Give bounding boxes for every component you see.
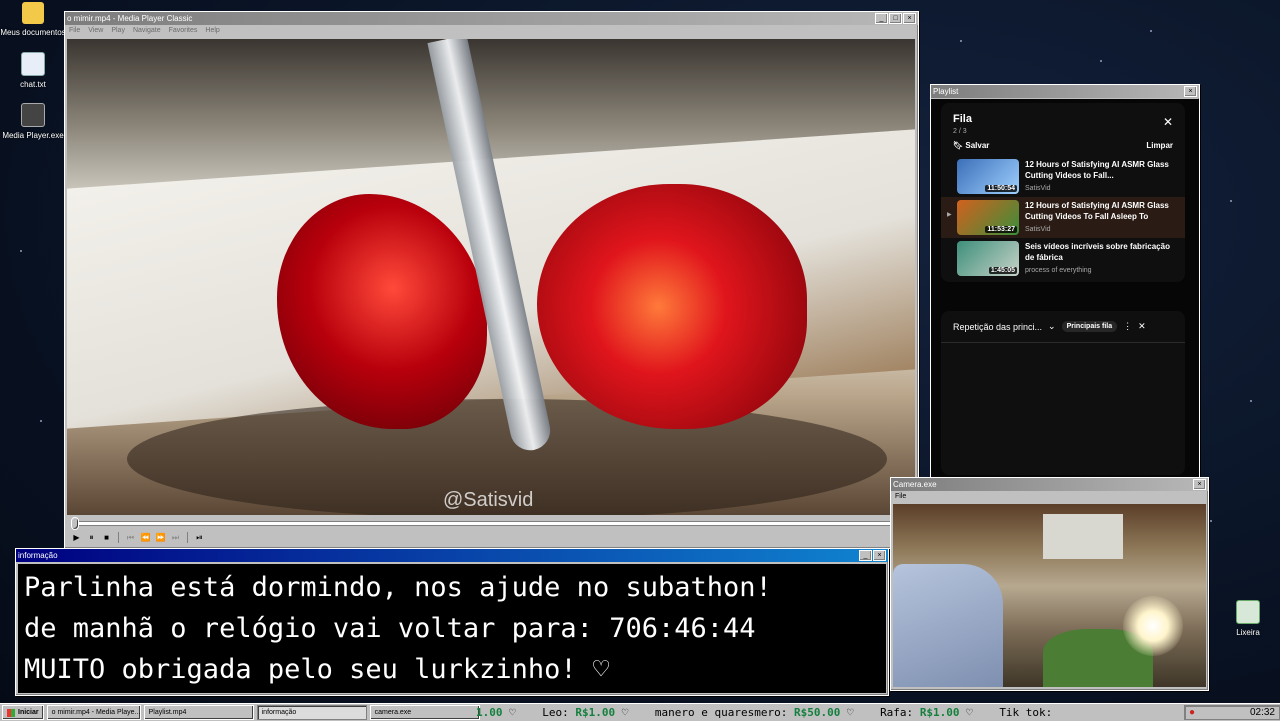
system-tray: ● 02:32	[1184, 705, 1280, 720]
folder-icon	[22, 2, 44, 24]
next-icon[interactable]: ⏭	[170, 532, 181, 543]
media-player-menubar: File View Play Navigate Favorites Help	[65, 25, 918, 36]
video-frame[interactable]: @Satisvid	[67, 39, 915, 515]
task-informacao[interactable]: informação	[256, 705, 367, 720]
chevron-down-icon[interactable]: ⌄	[1048, 321, 1056, 332]
menu-help[interactable]: Help	[205, 27, 219, 34]
queue-item-current[interactable]: ▶ 11:53:27 12 Hours of Satisfying AI ASM…	[941, 197, 1185, 238]
desktop-icon-chat[interactable]: chat.txt	[0, 52, 66, 89]
info-line: Parlinha está dormindo, nos ajude no sub…	[24, 572, 772, 603]
frame-step-icon[interactable]: ⏯	[194, 532, 205, 543]
bookmark-icon: 🔖︎	[953, 141, 964, 150]
close-button[interactable]: ×	[1184, 86, 1197, 97]
principal-queue-chip[interactable]: Principais fila	[1061, 321, 1118, 332]
desktop-icon-meus-documentos[interactable]: Meus documentos	[0, 2, 66, 37]
seek-thumb[interactable]	[71, 517, 79, 530]
info-text: Parlinha está dormindo, nos ajude no sub…	[18, 564, 886, 693]
close-button[interactable]: ×	[1193, 479, 1206, 490]
info-line: de manhã o relógio vai voltar para: 706:…	[24, 613, 756, 644]
task-playlist[interactable]: Playlist.mp4	[143, 705, 254, 720]
menu-favorites[interactable]: Favorites	[169, 27, 198, 34]
seek-bar[interactable]	[67, 516, 915, 530]
camera-feed	[893, 504, 1206, 687]
task-media-player[interactable]: o mimir.mp4 - Media Playe...	[46, 705, 141, 720]
tray-app-icon[interactable]: ●	[1189, 707, 1195, 718]
video-thumbnail: 11:53:27	[957, 200, 1019, 235]
save-button[interactable]: 🔖︎ Salvar	[953, 141, 989, 150]
menu-view[interactable]: View	[88, 27, 103, 34]
clear-button[interactable]: Limpar	[1146, 141, 1173, 150]
pause-icon[interactable]: ⏸	[86, 532, 97, 543]
task-camera[interactable]: camera.exe	[369, 705, 480, 720]
media-player-window[interactable]: o mimir.mp4 - Media Player Classic _ □ ×…	[64, 11, 919, 549]
menu-file[interactable]: File	[69, 27, 80, 34]
info-line: MUITO obrigada pelo seu lurkzinho! ♡	[24, 654, 610, 685]
red-glass-piece-right	[537, 184, 807, 429]
autoplay-panel: Repetição das princi... ⌄ Principais fil…	[941, 311, 1185, 475]
more-icon[interactable]: ⋮	[1123, 321, 1132, 332]
play-icon[interactable]: ▶	[71, 532, 82, 543]
close-icon[interactable]: ✕	[1163, 115, 1173, 129]
menu-file[interactable]: File	[895, 493, 906, 500]
desktop-icon-media-player[interactable]: Media Player.exe	[0, 103, 66, 140]
stop-icon[interactable]: ■	[101, 532, 112, 543]
video-thumbnail: 11:50:54	[957, 159, 1019, 194]
maximize-button[interactable]: □	[889, 13, 902, 24]
close-button[interactable]: ×	[873, 550, 886, 561]
menu-navigate[interactable]: Navigate	[133, 27, 161, 34]
playback-controls: ▶ ⏸ ■ ⏮ ⏪ ⏩ ⏭ ⏯ 🔈	[67, 530, 919, 545]
text-file-icon	[21, 52, 45, 76]
video-watermark: @Satisvid	[443, 489, 534, 511]
close-button[interactable]: ×	[903, 13, 916, 24]
windows-logo-icon	[7, 708, 15, 717]
camera-titlebar[interactable]: Camera.exe ×	[891, 478, 1208, 491]
queue-item[interactable]: 11:50:54 12 Hours of Satisfying AI ASMR …	[941, 156, 1185, 197]
rewind-icon[interactable]: ⏪	[140, 532, 151, 543]
minimize-button[interactable]: _	[875, 13, 888, 24]
media-player-icon	[21, 103, 45, 127]
donation-ticker: 1.00 ♡ Leo: R$1.00 ♡ manero e quaresmero…	[476, 706, 1053, 719]
video-thumbnail: 1:45:05	[957, 241, 1019, 276]
repeat-label: Repetição das princi...	[953, 321, 1043, 332]
queue-position: 2 / 3	[953, 128, 967, 135]
camera-window[interactable]: Camera.exe × File	[890, 477, 1209, 691]
taskbar: Iniciar o mimir.mp4 - Media Playe... Pla…	[0, 703, 1280, 721]
fast-forward-icon[interactable]: ⏩	[155, 532, 166, 543]
queue-item[interactable]: 1:45:05 Seis vídeos incríveis sobre fabr…	[941, 238, 1185, 282]
desktop-icon-lixeira[interactable]: Lixeira	[1215, 600, 1280, 637]
clock: 02:32	[1249, 707, 1275, 718]
close-icon[interactable]: ✕	[1138, 321, 1146, 332]
queue-panel: Fila 2 / 3 ✕ 🔖︎ Salvar Limpar 11:50:54 1…	[941, 103, 1185, 282]
now-playing-icon: ▶	[947, 212, 952, 218]
menu-play[interactable]: Play	[111, 27, 125, 34]
playlist-window[interactable]: Playlist × Fila 2 / 3 ✕ 🔖︎ Salvar Limpar…	[930, 84, 1200, 482]
start-button[interactable]: Iniciar	[2, 705, 44, 720]
info-titlebar[interactable]: informação _ ×	[16, 549, 888, 562]
previous-icon[interactable]: ⏮	[125, 532, 136, 543]
media-player-titlebar[interactable]: o mimir.mp4 - Media Player Classic _ □ ×	[65, 12, 918, 25]
minimize-button[interactable]: _	[859, 550, 872, 561]
info-window[interactable]: informação _ × Parlinha está dormindo, n…	[15, 548, 889, 696]
playlist-titlebar[interactable]: Playlist ×	[931, 85, 1199, 98]
queue-title: Fila	[953, 113, 972, 125]
recycle-bin-icon	[1236, 600, 1260, 624]
